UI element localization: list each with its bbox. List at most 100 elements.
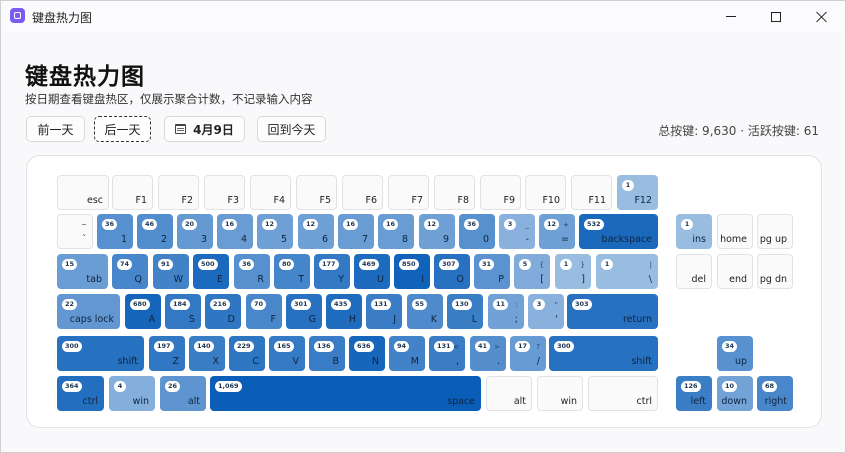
key-label: D	[227, 314, 235, 325]
key-label: I	[421, 274, 424, 285]
key-label: pg up	[759, 234, 787, 245]
key-label: end	[729, 274, 747, 285]
key-count-badge: 46	[142, 219, 158, 230]
key-count-badge: 3	[533, 299, 545, 310]
key-label: C	[252, 356, 259, 367]
key-label: F7	[411, 195, 423, 206]
key-pgup: pg up	[757, 214, 793, 249]
key-period: 41 >.	[470, 336, 506, 371]
key-label: L	[471, 314, 477, 325]
next-day-button[interactable]: 后一天	[94, 116, 151, 142]
key-count-badge: 11	[493, 299, 509, 310]
key-count-badge: 301	[291, 299, 311, 310]
key-d: 216 D	[205, 294, 241, 329]
key-label: H	[348, 314, 356, 325]
key-d6: 12 6	[298, 214, 334, 249]
key-g: 301 G	[286, 294, 322, 329]
key-shift-label: "	[554, 301, 558, 309]
key-f6: F6	[342, 175, 383, 210]
key-s: 184 S	[165, 294, 201, 329]
key-e: 500 E	[193, 254, 229, 289]
key-label: 9	[442, 234, 449, 245]
key-count-badge: 469	[359, 259, 379, 270]
key-right: 68 right	[757, 376, 793, 411]
key-count-badge: 131	[434, 341, 454, 352]
minimize-button[interactable]	[708, 1, 754, 32]
key-label: left	[690, 396, 706, 407]
key-shift-label: +	[563, 221, 569, 229]
key-label: F	[270, 314, 276, 325]
page-title: 键盘热力图	[25, 64, 145, 90]
key-label: ,	[455, 356, 459, 367]
key-lctrl: 364 ctrl	[57, 376, 104, 411]
key-r: 36 R	[234, 254, 270, 289]
key-shift-label: ?	[536, 343, 540, 351]
key-d4: 16 4	[217, 214, 253, 249]
key-count-badge: 136	[314, 341, 334, 352]
key-count-badge: 131	[371, 299, 391, 310]
key-count-badge: 70	[251, 299, 267, 310]
key-del: del	[676, 254, 712, 289]
key-label: O	[456, 274, 464, 285]
key-label: ;	[514, 314, 518, 325]
key-lalt: 26 alt	[160, 376, 206, 411]
key-d0: 36 0	[459, 214, 495, 249]
key-label: A	[148, 314, 156, 325]
key-label: .	[496, 356, 500, 367]
back-to-today-button[interactable]: 回到今天	[257, 116, 326, 142]
key-count-badge: 20	[182, 219, 198, 230]
keypress-summary: 总按键: 9,630 · 活跃按键: 61	[658, 124, 819, 138]
key-count-badge: 12	[424, 219, 440, 230]
key-shift-label: ~	[81, 221, 87, 229]
key-shift-label: <	[453, 343, 459, 351]
key-d3: 20 3	[177, 214, 213, 249]
key-rshift: 300 shift	[549, 336, 658, 371]
key-label: M	[410, 356, 419, 367]
key-home: home	[717, 214, 753, 249]
key-count-badge: 55	[412, 299, 428, 310]
close-button[interactable]	[799, 1, 845, 32]
key-quote: 3 " '	[528, 294, 564, 329]
key-label: ctrl	[636, 396, 653, 407]
key-esc: esc	[57, 175, 109, 210]
key-label: alt	[513, 396, 526, 407]
key-u: 469 U	[354, 254, 390, 289]
key-lwin: 4 win	[109, 376, 155, 411]
key-c: 229 C	[229, 336, 265, 371]
key-count-badge: 10	[722, 381, 738, 392]
key-count-badge: 34	[722, 341, 738, 352]
key-count-badge: 1	[601, 259, 613, 270]
key-backspace: 532 backspace	[579, 214, 658, 249]
key-count-badge: 17	[515, 341, 531, 352]
key-label: Z	[172, 356, 179, 367]
maximize-button[interactable]	[753, 1, 799, 32]
key-return: 303 return	[567, 294, 658, 329]
key-label: pg dn	[759, 274, 787, 285]
key-label: caps lock	[69, 314, 114, 325]
key-count-badge: 15	[62, 259, 78, 270]
key-label: X	[212, 356, 219, 367]
key-label: V	[292, 356, 300, 367]
key-f1: F1	[112, 175, 153, 210]
key-count-badge: 91	[158, 259, 174, 270]
key-end: end	[717, 254, 753, 289]
key-a: 680 A	[125, 294, 161, 329]
key-m: 94 M	[389, 336, 425, 371]
key-f9: F9	[480, 175, 521, 210]
date-picker-button[interactable]: 4月9日	[164, 116, 245, 142]
key-label: tab	[86, 274, 102, 285]
key-label: =	[561, 234, 569, 245]
key-f2: F2	[158, 175, 199, 210]
key-label: 5	[280, 234, 287, 245]
previous-day-button[interactable]: 前一天	[26, 116, 85, 142]
key-label: right	[764, 396, 787, 407]
key-v: 165 V	[269, 336, 305, 371]
key-label: F10	[542, 195, 560, 206]
key-rbracket: 1}]	[555, 254, 591, 289]
key-label: F2	[181, 195, 193, 206]
key-shift-label: _	[525, 221, 530, 229]
key-count-badge: 184	[170, 299, 190, 310]
key-label: 7	[361, 234, 368, 245]
key-t: 80 T	[274, 254, 310, 289]
key-label: T	[298, 274, 304, 285]
